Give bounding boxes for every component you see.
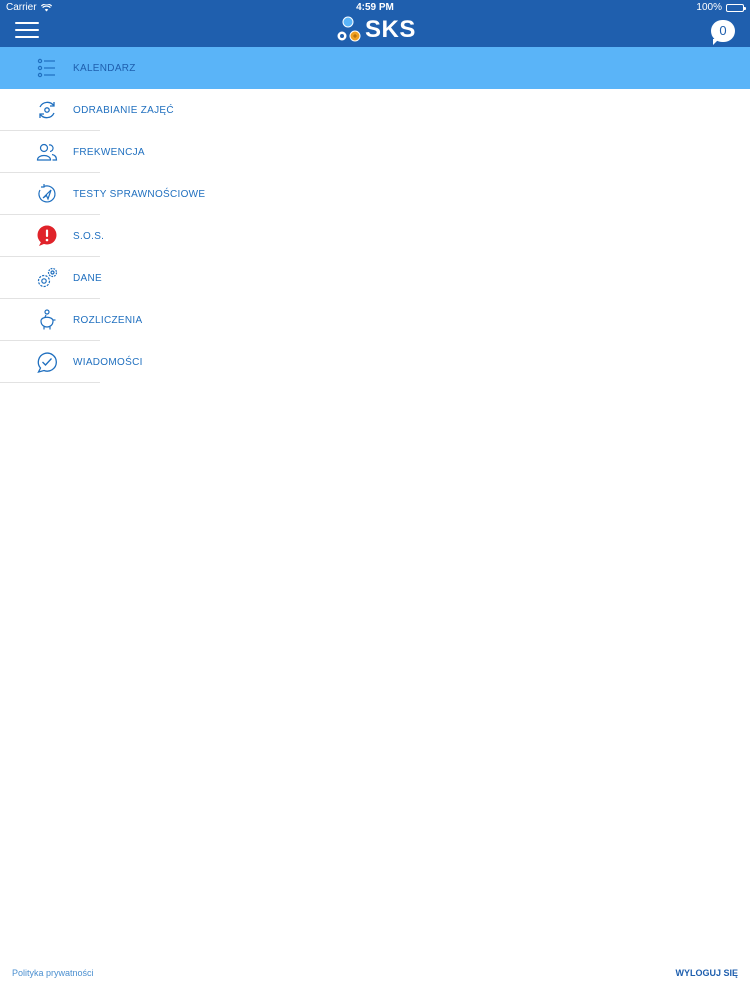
messages-badge-button[interactable]: 0 <box>711 20 735 45</box>
battery-percent: 100% <box>696 2 722 13</box>
menu-item-wiadomosci[interactable]: WIADOMOŚCI <box>0 341 750 383</box>
list-icon <box>35 56 59 80</box>
menu-item-frekwencja[interactable]: FREKWENCJA <box>0 131 750 173</box>
gears-icon <box>35 266 59 290</box>
menu-label: KALENDARZ <box>73 62 136 74</box>
menu-label: FREKWENCJA <box>73 146 145 158</box>
menu-label: ODRABIANIE ZAJĘĆ <box>73 104 174 116</box>
menu-item-sos[interactable]: S.O.S. <box>0 215 750 257</box>
app-logo: SKS <box>335 16 416 44</box>
menu-item-kalendarz[interactable]: KALENDARZ <box>0 47 750 89</box>
alert-icon <box>35 224 59 248</box>
menu-label: WIADOMOŚCI <box>73 356 143 368</box>
menu-label: DANE <box>73 272 102 284</box>
piggy-bank-icon <box>35 308 59 332</box>
compass-icon <box>35 182 59 206</box>
logout-button[interactable]: WYLOGUJ SIĘ <box>675 968 738 978</box>
top-bar: Carrier 4:59 PM 100% SKS 0 <box>0 0 750 47</box>
refresh-circle-icon <box>35 98 59 122</box>
logo-balls-icon <box>336 16 361 42</box>
battery-icon <box>726 4 746 12</box>
menu-item-testy-sprawnosciowe[interactable]: TESTY SPRAWNOŚCIOWE <box>0 173 750 215</box>
clock: 4:59 PM <box>356 2 394 13</box>
menu-label: S.O.S. <box>73 230 105 242</box>
battery-info: 100% <box>696 0 746 16</box>
menu-label: TESTY SPRAWNOŚCIOWE <box>73 188 206 200</box>
message-check-icon <box>35 350 59 374</box>
logo-text: SKS <box>365 16 416 43</box>
side-menu: KALENDARZ ODRABIANIE ZAJĘĆ FREKWENCJA TE… <box>0 47 750 383</box>
hamburger-menu-icon[interactable] <box>15 22 39 38</box>
users-icon <box>35 140 59 164</box>
menu-label: ROZLICZENIA <box>73 314 143 326</box>
menu-item-odrabianie-zajec[interactable]: ODRABIANIE ZAJĘĆ <box>0 89 750 131</box>
privacy-policy-link[interactable]: Polityka prywatności <box>12 968 94 978</box>
menu-item-rozliczenia[interactable]: ROZLICZENIA <box>0 299 750 341</box>
menu-item-dane[interactable]: DANE <box>0 257 750 299</box>
status-bar: Carrier 4:59 PM 100% <box>0 0 750 16</box>
